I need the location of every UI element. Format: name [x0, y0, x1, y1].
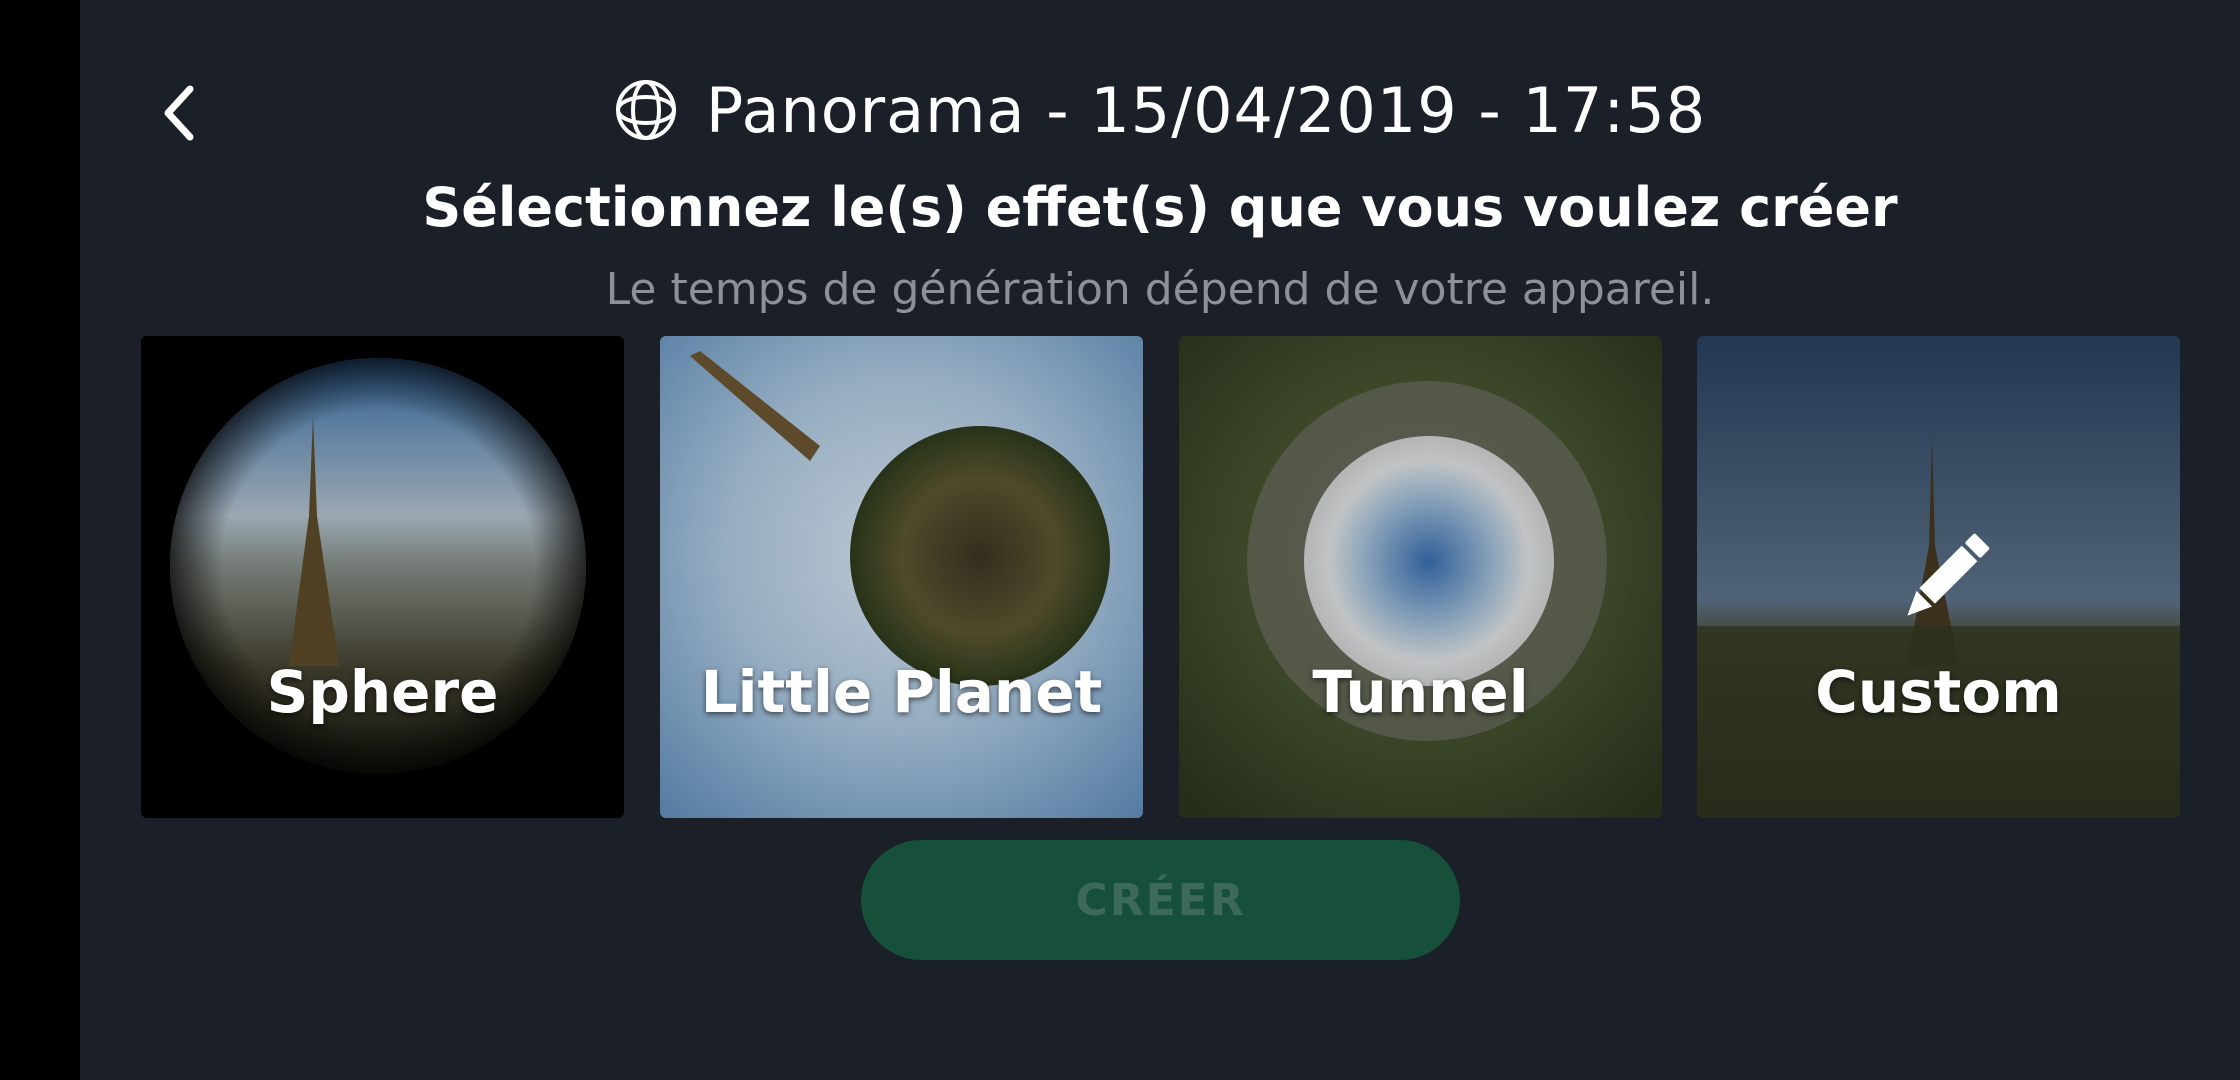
effect-tile-sphere[interactable]: Sphere	[141, 336, 624, 818]
header: Panorama - 15/04/2019 - 17:58	[0, 70, 2240, 150]
little-planet-preview-image	[660, 336, 1143, 818]
effect-tile-custom[interactable]: Custom	[1697, 336, 2180, 818]
instruction-heading: Sélectionnez le(s) effet(s) que vous vou…	[422, 176, 1898, 239]
effect-label: Custom	[1815, 658, 2062, 726]
create-button[interactable]: CRÉER	[861, 840, 1460, 960]
sphere-preview-image	[141, 336, 624, 818]
effect-tile-tunnel[interactable]: Tunnel	[1179, 336, 1662, 818]
instruction-subheading: Le temps de génération dépend de votre a…	[605, 264, 1715, 315]
globe-icon	[615, 80, 676, 140]
tunnel-preview-image	[1179, 336, 1662, 818]
effect-label: Tunnel	[1312, 658, 1529, 726]
pencil-icon	[1907, 533, 1990, 616]
effect-label: Sphere	[266, 658, 499, 726]
left-edge-bar	[0, 0, 80, 1080]
effect-tile-little-planet[interactable]: Little Planet	[660, 336, 1143, 818]
page-title: Panorama - 15/04/2019 - 17:58	[705, 73, 1707, 147]
effect-label: Little Planet	[700, 658, 1103, 726]
